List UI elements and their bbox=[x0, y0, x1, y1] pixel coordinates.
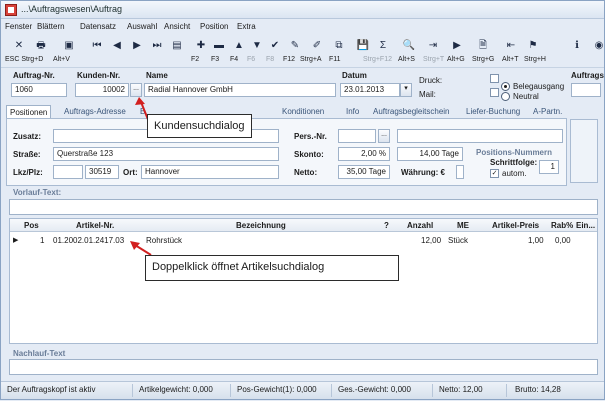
brutto-status: Brutto: 14,28 bbox=[515, 385, 561, 394]
posgewicht-status: Pos-Gewicht(1): 0,000 bbox=[237, 385, 317, 394]
status-divider bbox=[132, 384, 133, 397]
status-bar: Der Auftragskopf ist aktiv Artikelgewich… bbox=[1, 381, 604, 399]
status-divider bbox=[506, 384, 507, 397]
status-message: Der Auftragskopf ist aktiv bbox=[7, 385, 96, 394]
artikelsuchdialog-callout: Doppelklick öffnet Artikelsuchdialog bbox=[145, 255, 399, 281]
annotation-arrows bbox=[130, 97, 152, 256]
gesgewicht-status: Ges.-Gewicht: 0,000 bbox=[338, 385, 411, 394]
artikelgewicht-status: Artikelgewicht: 0,000 bbox=[139, 385, 213, 394]
kundensuchdialog-callout: Kundensuchdialog bbox=[147, 114, 252, 138]
netto-status: Netto: 12,00 bbox=[439, 385, 483, 394]
app-window: ...\Auftragswesen\Auftrag Fenster Blätte… bbox=[0, 0, 605, 400]
status-divider bbox=[432, 384, 433, 397]
status-divider bbox=[331, 384, 332, 397]
status-divider bbox=[230, 384, 231, 397]
